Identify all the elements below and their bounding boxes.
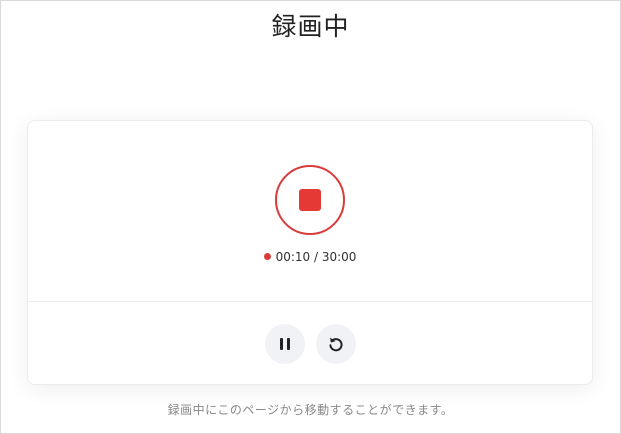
pause-icon <box>280 338 290 350</box>
rotate-ccw-icon <box>329 337 343 352</box>
card-divider <box>28 301 592 302</box>
restart-button[interactable] <box>316 324 356 364</box>
navigation-notice: 録画中にこのページから移動することができます。 <box>167 403 454 417</box>
time-limit: 30:00 <box>321 250 357 264</box>
recording-indicator-icon <box>263 253 271 260</box>
elapsed-time: 00:10 <box>275 250 311 264</box>
pause-button[interactable] <box>265 324 305 364</box>
stop-recording-button[interactable] <box>275 165 345 235</box>
recording-timer: 00:10 / 30:00 <box>28 250 592 264</box>
time-separator: / <box>310 250 322 264</box>
recorder-card: 00:10 / 30:00 <box>27 120 593 385</box>
page-title: 録画中 <box>271 12 350 41</box>
stop-icon <box>299 189 321 211</box>
